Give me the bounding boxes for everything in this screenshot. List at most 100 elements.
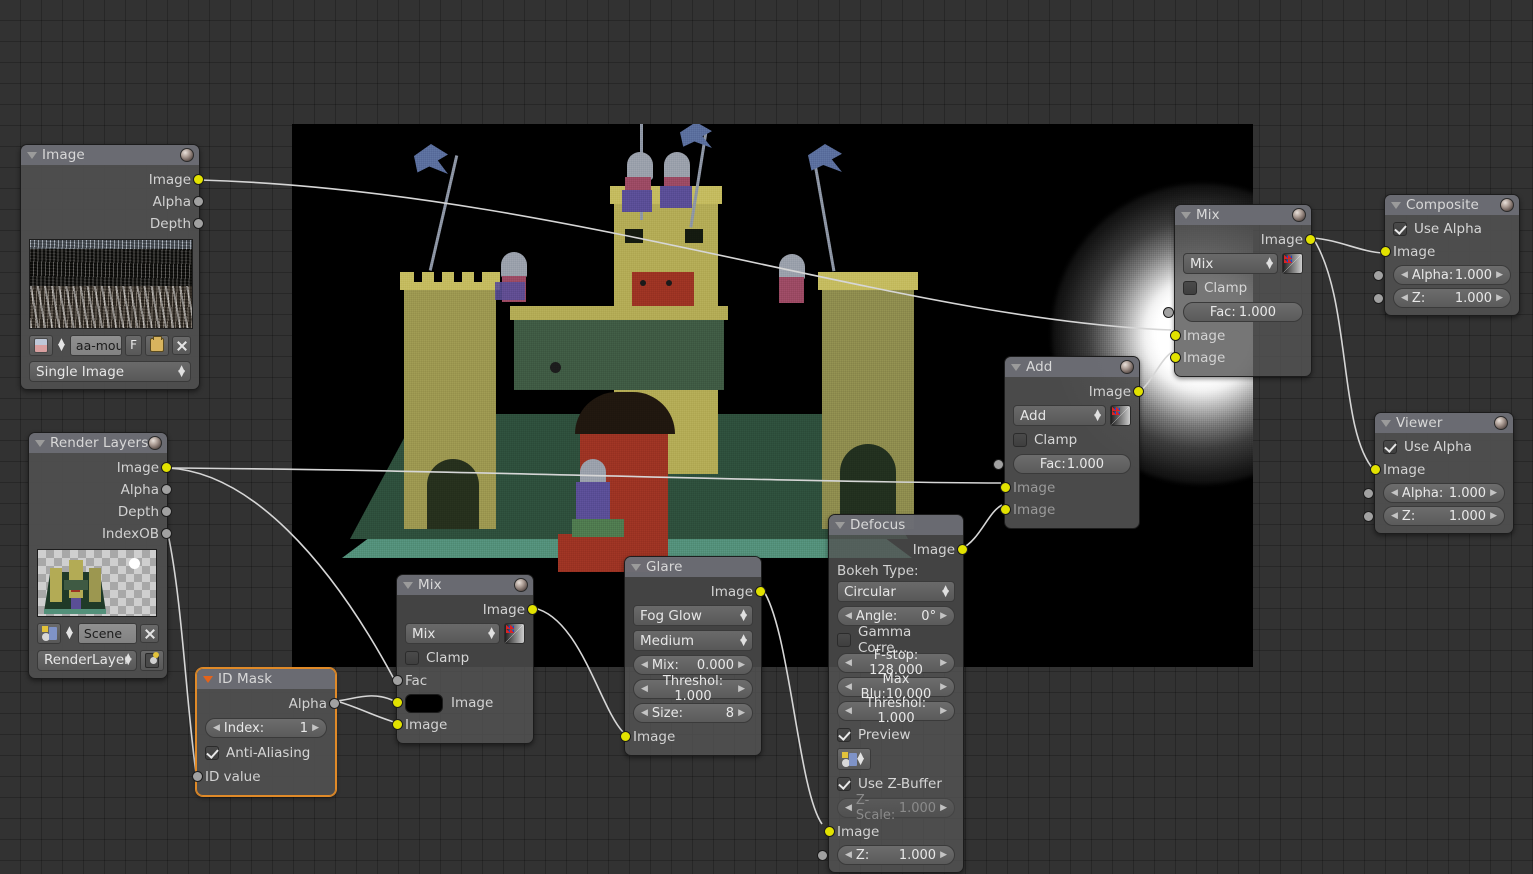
arrow-left-icon[interactable]: ◀	[641, 684, 648, 694]
socket-out-alpha[interactable]	[329, 698, 340, 709]
collapse-triangle-icon[interactable]	[1381, 419, 1391, 427]
arrow-right-icon[interactable]: ▶	[940, 850, 947, 860]
image-datablock-button[interactable]	[29, 334, 53, 356]
preview-checkbox[interactable]: Preview	[837, 725, 955, 745]
defocus-threshold-field[interactable]: ◀ Threshol: 1.000 ▶	[837, 696, 955, 726]
node-image[interactable]: Image Image Alpha Depth ▲ ▼ aa-mou F Sin…	[20, 144, 204, 390]
node-mix-upper-header[interactable]: Mix	[1175, 205, 1311, 225]
arrow-left-icon[interactable]: ◀	[845, 682, 852, 692]
socket-in-z[interactable]	[817, 850, 828, 861]
checkbox-icon[interactable]	[1393, 222, 1407, 236]
collapse-triangle-icon[interactable]	[35, 439, 45, 447]
scene-selector-row[interactable]: ▲ ▼ Scene	[37, 622, 159, 644]
socket-in-fac[interactable]	[993, 459, 1004, 470]
node-defocus[interactable]: Defocus Image Bokeh Type: Circular ▲ ▼ ◀ …	[817, 514, 968, 873]
arrow-right-icon[interactable]: ▶	[312, 723, 319, 733]
arrow-right-icon[interactable]: ▶	[940, 682, 947, 692]
use-z-buffer-checkbox[interactable]: Use Z-Buffer	[837, 774, 955, 794]
scene-picker-row[interactable]: ▲ ▼	[837, 748, 955, 770]
node-id-mask-header[interactable]: ID Mask	[197, 669, 335, 689]
alpha-field[interactable]: ◀ Alpha: 1.000 ▶	[1363, 483, 1505, 503]
node-add[interactable]: Add Image Add ▲▼ Clamp ◀ Fac	[993, 356, 1144, 529]
arrow-right-icon[interactable]: ▶	[940, 706, 947, 716]
arrow-right-icon[interactable]: ▶	[1490, 511, 1497, 521]
node-image-header[interactable]: Image	[21, 145, 199, 165]
node-preview-icon[interactable]	[180, 148, 194, 162]
node-render-layers-header[interactable]: Render Layers	[29, 433, 167, 453]
socket-out-image[interactable]	[527, 604, 538, 615]
collapse-triangle-icon[interactable]	[203, 675, 213, 683]
color-ramp-toggle-icon[interactable]	[1282, 253, 1303, 274]
alpha-field[interactable]: ◀ Alpha: 1.000 ▶	[1373, 265, 1511, 285]
color-ramp-toggle-icon[interactable]	[1110, 405, 1131, 426]
glare-size-field[interactable]: ◀ Size: 8 ▶	[633, 703, 753, 723]
node-id-mask[interactable]: ID Mask Alpha ◀ Index: 1 ▶ Anti-Aliasing…	[192, 668, 340, 796]
glare-quality-dropdown[interactable]: Medium ▲ ▼	[633, 630, 753, 651]
socket-out-indexob[interactable]	[161, 528, 172, 539]
socket-in-image[interactable]	[1380, 246, 1391, 257]
blend-mode-dropdown[interactable]: Mix ▲ ▼	[405, 623, 500, 644]
node-mix-lower-header[interactable]: Mix	[397, 575, 533, 595]
socket-in-fac[interactable]	[392, 675, 403, 686]
collapse-triangle-icon[interactable]	[1011, 363, 1021, 371]
node-mix-lower[interactable]: Mix Image Mix ▲ ▼ Clamp Fac Image Image	[392, 574, 538, 744]
socket-out-image[interactable]	[1133, 386, 1144, 397]
collapse-triangle-icon[interactable]	[1181, 211, 1191, 219]
arrow-left-icon[interactable]: ◀	[641, 708, 648, 718]
node-glare-header[interactable]: Glare	[625, 557, 761, 577]
socket-out-depth[interactable]	[161, 506, 172, 517]
checkbox-icon[interactable]	[837, 633, 851, 647]
node-render-layers[interactable]: Render Layers Image Alpha Depth IndexOB	[28, 432, 172, 679]
arrow-right-icon[interactable]: ▶	[940, 658, 947, 668]
open-image-button[interactable]	[145, 334, 169, 356]
collapse-triangle-icon[interactable]	[403, 581, 413, 589]
socket-in-image-2[interactable]	[1000, 504, 1011, 515]
arrow-right-icon[interactable]: ▶	[940, 611, 947, 621]
color-swatch[interactable]	[405, 693, 443, 713]
render-layer-selector-row[interactable]: RenderLayer ▲ ▼	[37, 649, 164, 671]
unlink-scene-button[interactable]	[140, 623, 159, 643]
bokeh-type-dropdown[interactable]: Circular ▲ ▼	[837, 581, 955, 602]
fac-field[interactable]: ◀ Fac: 1.000 ▶	[993, 454, 1131, 474]
use-alpha-checkbox[interactable]: Use Alpha	[1383, 437, 1505, 457]
z-input-field[interactable]: ◀ Z: 1.000 ▶	[817, 845, 955, 865]
arrow-left-icon[interactable]: ◀	[1391, 511, 1398, 521]
checkbox-icon[interactable]	[837, 777, 851, 791]
clamp-checkbox[interactable]: Clamp	[1183, 278, 1303, 298]
node-editor-canvas[interactable]: Image Image Alpha Depth ▲ ▼ aa-mou F Sin…	[0, 0, 1533, 874]
blend-mode-row[interactable]: Mix ▲ ▼	[405, 623, 525, 644]
checkbox-icon[interactable]	[1183, 281, 1197, 295]
socket-in-z[interactable]	[1373, 293, 1384, 304]
checkbox-icon[interactable]	[405, 651, 419, 665]
node-composite-header[interactable]: Composite	[1385, 195, 1519, 215]
socket-out-image[interactable]	[1305, 234, 1316, 245]
socket-in-image-2[interactable]	[392, 719, 403, 730]
socket-in-image[interactable]	[824, 826, 835, 837]
gamma-correction-checkbox[interactable]: Gamma Corre...	[837, 624, 955, 656]
z-field[interactable]: ◀ Z: 1.000 ▶	[1373, 288, 1511, 308]
glare-mix-field[interactable]: ◀ Mix: 0.000 ▶	[633, 655, 753, 675]
checkbox-icon[interactable]	[1013, 433, 1027, 447]
fstop-field[interactable]: ◀ F-stop: 128.000 ▶	[837, 648, 955, 678]
fac-field[interactable]: ◀ Fac: 1.000 ▶	[1163, 302, 1303, 322]
arrow-left-icon[interactable]: ◀	[1391, 488, 1398, 498]
scene-datablock-button[interactable]	[37, 622, 61, 644]
arrow-left-icon[interactable]: ◀	[845, 658, 852, 668]
blend-mode-row[interactable]: Mix ▲ ▼	[1183, 253, 1303, 274]
glare-threshold-field[interactable]: ◀ Threshol: 1.000 ▶	[633, 674, 753, 704]
node-preview-icon[interactable]	[1120, 360, 1134, 374]
checkbox-icon[interactable]	[205, 746, 219, 760]
arrow-right-icon[interactable]: ▶	[738, 708, 745, 718]
collapse-triangle-icon[interactable]	[631, 563, 641, 571]
socket-in-image-1[interactable]	[1000, 482, 1011, 493]
socket-out-alpha[interactable]	[193, 196, 204, 207]
socket-out-alpha[interactable]	[161, 484, 172, 495]
collapse-triangle-icon[interactable]	[835, 521, 845, 529]
fake-user-button[interactable]: F	[125, 334, 142, 356]
node-add-header[interactable]: Add	[1005, 357, 1139, 377]
node-preview-icon[interactable]	[1494, 416, 1508, 430]
node-preview-icon[interactable]	[514, 578, 528, 592]
image-browse-arrows-icon[interactable]: ▲ ▼	[58, 338, 65, 353]
clamp-checkbox[interactable]: Clamp	[405, 648, 525, 668]
node-preview-icon[interactable]	[1500, 198, 1514, 212]
